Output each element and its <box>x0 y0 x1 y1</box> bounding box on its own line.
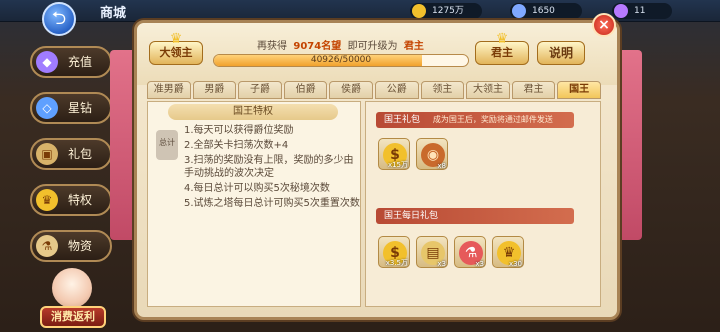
crown-icon: ♛ <box>36 189 58 211</box>
diamond-icon <box>512 4 526 18</box>
reward-item[interactable]: ⚗ x3 <box>454 236 486 268</box>
tab-rank[interactable]: 领主 <box>420 81 465 99</box>
tab-rank[interactable]: 国王 <box>557 81 601 99</box>
king-daily-banner: 国王每日礼包 <box>376 208 574 224</box>
crystal-icon: ◆ <box>36 51 58 73</box>
privilege-item: 5.试炼之塔每日总计可购买5次重置次数 <box>184 198 360 209</box>
tab-rank[interactable]: 子爵 <box>238 81 282 99</box>
reward-item[interactable]: ▤ x3 <box>416 236 448 268</box>
privilege-item: 3.扫荡的奖励没有上限，奖励的多少由手动挑战的波次决定 <box>184 155 354 179</box>
upgrade-hint: 再获得 9074名望 即可升级为 君主 <box>257 41 424 52</box>
menu-supplies[interactable]: ⚗ 物资 <box>30 230 112 262</box>
crown-icon: ♛ <box>169 31 183 47</box>
menu-gift[interactable]: ▣ 礼包 <box>30 138 112 170</box>
potion-icon: ⚗ <box>36 235 58 257</box>
tab-rank[interactable]: 伯爵 <box>283 81 328 99</box>
page-title: 商城 <box>100 6 127 21</box>
diamond-counter: 1650 <box>510 3 582 19</box>
reward-item[interactable]: ◉ x8 <box>416 138 448 170</box>
privilege-panel: ♛ 大领主 再获得 9074名望 即可升级为 君主 40926/50000 ♛ … <box>134 13 620 320</box>
rebate-button[interactable]: 消费返利 <box>40 306 106 328</box>
progress-text: 40926/50000 <box>310 55 372 65</box>
gem-counter: 11 <box>612 3 672 19</box>
gold-counter: 1275万 <box>410 3 482 19</box>
back-button[interactable]: ⮌ <box>42 2 76 36</box>
gem-icon <box>614 4 628 18</box>
tab-rank[interactable]: 准男爵 <box>147 81 191 99</box>
total-tag: 总计 <box>156 130 178 160</box>
gift-icon: ▣ <box>36 143 58 165</box>
close-button[interactable]: × <box>592 13 616 37</box>
current-rank-badge: ♛ 大领主 <box>149 31 203 65</box>
tab-rank[interactable]: 公爵 <box>374 81 419 99</box>
privilege-list-pane: 国王特权 总计 1.每天可以获得爵位奖励 2.全部关卡扫荡次数+4 3.扫荡的奖… <box>147 101 361 307</box>
king-gift-banner: 国王礼包 成为国王后，奖励将通过邮件发送 <box>376 112 574 128</box>
rank-tabs: 准男爵 男爵 子爵 伯爵 侯爵 公爵 领主 大领主 君主 国王 <box>147 81 601 99</box>
privilege-item: 4.每日总计可以购买5次秘境次数 <box>184 183 330 194</box>
tab-rank[interactable]: 君主 <box>511 81 556 99</box>
help-button[interactable]: 说明 <box>537 41 585 65</box>
menu-recharge[interactable]: ◆ 充值 <box>30 46 112 78</box>
privilege-item: 1.每天可以获得爵位奖励 <box>184 125 294 136</box>
menu-star-diamond[interactable]: ◇ 星钻 <box>30 92 112 124</box>
diamond-icon: ◇ <box>36 97 58 119</box>
tab-rank[interactable]: 男爵 <box>192 81 237 99</box>
crown-icon: ♛ <box>495 31 509 47</box>
rewards-pane: 国王礼包 成为国王后，奖励将通过邮件发送 $ x15万 ◉ x8 国王每日礼包 … <box>365 101 601 307</box>
panel-header: ♛ 大领主 再获得 9074名望 即可升级为 君主 40926/50000 ♛ … <box>137 23 617 85</box>
reward-item[interactable]: $ x3.5万 <box>378 236 410 268</box>
privilege-title: 国王特权 <box>168 104 338 120</box>
fairy-avatar[interactable] <box>52 268 92 308</box>
reputation-progress-bar: 40926/50000 <box>213 54 469 67</box>
menu-privilege[interactable]: ♛ 特权 <box>30 184 112 216</box>
tab-rank[interactable]: 侯爵 <box>329 81 373 99</box>
gold-icon <box>412 4 426 18</box>
reward-item[interactable]: ♛ x30 <box>492 236 524 268</box>
privilege-item: 2.全部关卡扫荡次数+4 <box>184 140 289 151</box>
privilege-list: 1.每天可以获得爵位奖励 2.全部关卡扫荡次数+4 3.扫荡的奖励没有上限，奖励… <box>184 124 360 212</box>
tab-rank[interactable]: 大领主 <box>466 81 510 99</box>
reward-item[interactable]: $ x15万 <box>378 138 410 170</box>
next-rank-badge: ♛ 君主 <box>475 31 529 65</box>
